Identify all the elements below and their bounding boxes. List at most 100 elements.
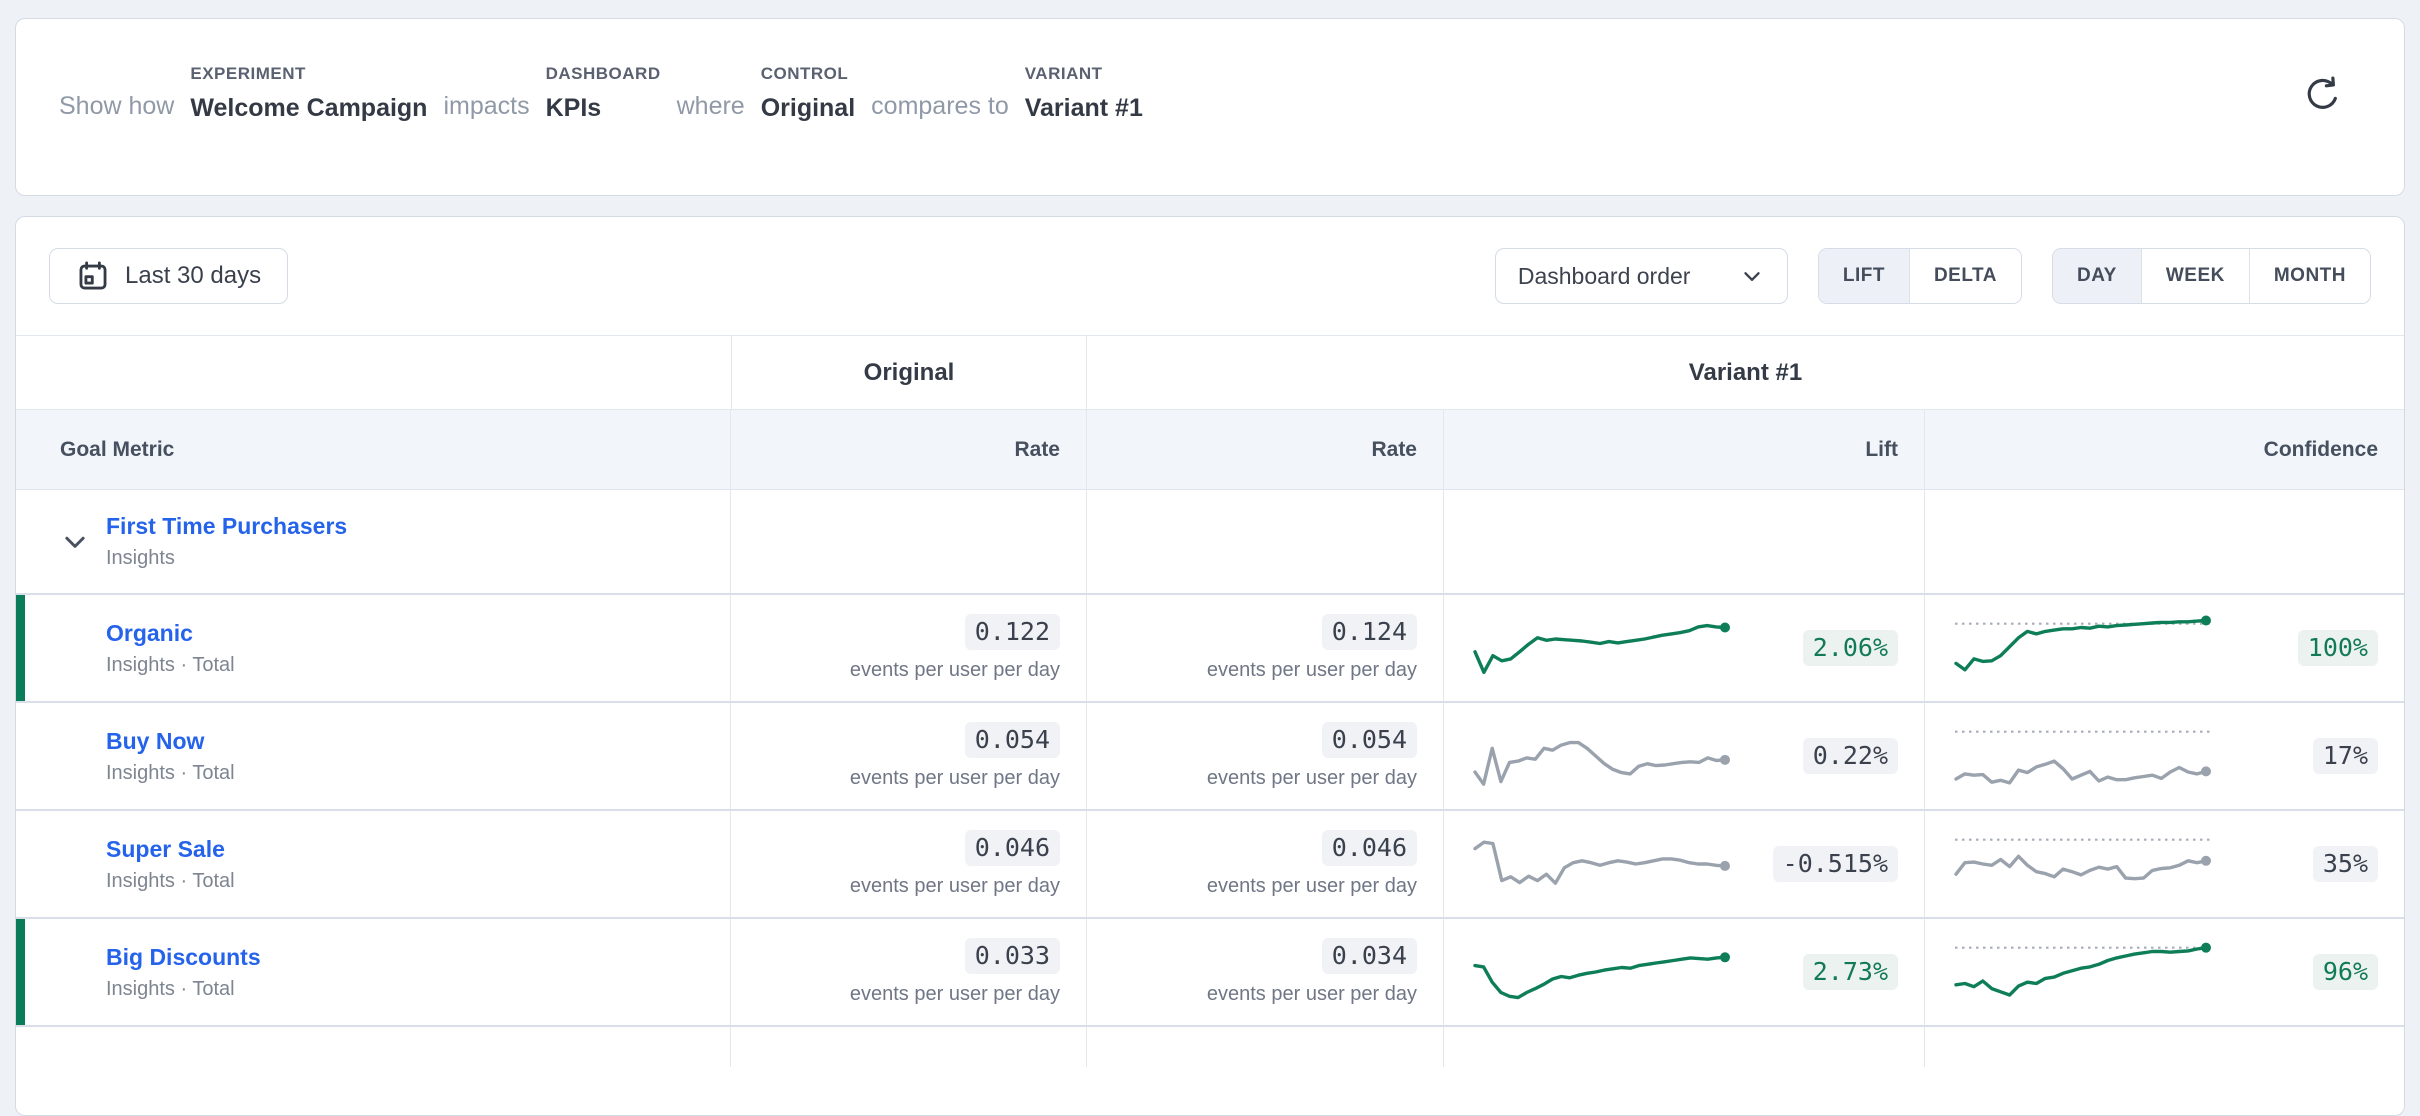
column-header-goal-metric: Goal Metric — [16, 410, 731, 489]
empty-cell — [1444, 1027, 1925, 1067]
control-rate-value: 0.033 — [965, 938, 1060, 975]
granularity-option-day[interactable]: DAY — [2053, 249, 2142, 303]
confidence-cell: 100% — [1925, 595, 2404, 701]
collapse-chevron-button[interactable] — [60, 527, 90, 557]
confidence-sparkline — [1953, 934, 2215, 1010]
goal-metric-group-row: First Time Purchasers Insights — [16, 490, 2404, 595]
granularity-toggle: DAYWEEKMONTH — [2052, 248, 2371, 304]
rate-unit: events per user per day — [850, 875, 1060, 898]
variant-group-header: Variant #1 — [1087, 336, 2404, 410]
empty-cell — [1925, 1027, 2404, 1067]
metric-name-link[interactable]: Big Discounts — [106, 944, 261, 971]
metric-row: Buy Now Insights · Total 0.054 events pe… — [16, 703, 2404, 811]
control-label: CONTROL — [761, 64, 855, 84]
metric-name-link[interactable]: Super Sale — [106, 836, 235, 863]
dashboard-selector[interactable]: DASHBOARD KPIs — [546, 64, 661, 123]
lift-sparkline — [1472, 934, 1740, 1010]
column-header-control-rate: Rate — [731, 410, 1087, 489]
variant-rate-cell: 0.054 events per user per day — [1087, 703, 1444, 809]
variant-rate-cell: 0.124 events per user per day — [1087, 595, 1444, 701]
date-range-button[interactable]: Last 30 days — [49, 248, 288, 304]
chevron-down-icon — [60, 527, 90, 557]
control-selector[interactable]: CONTROL Original — [761, 64, 855, 123]
date-range-label: Last 30 days — [125, 262, 261, 290]
column-header-row: Goal Metric Rate Rate Lift Confidence — [16, 410, 2404, 490]
confidence-value: 17% — [2313, 738, 2378, 775]
dashboard-label: DASHBOARD — [546, 64, 661, 84]
lift-delta-option-delta[interactable]: DELTA — [1910, 249, 2021, 303]
calendar-icon — [76, 259, 110, 293]
control-value: Original — [761, 94, 855, 123]
control-group-header: Original — [731, 336, 1087, 410]
lift-delta-option-lift[interactable]: LIFT — [1819, 249, 1910, 303]
empty-cell — [1444, 490, 1925, 593]
column-header-confidence: Confidence — [1925, 410, 2404, 489]
chevron-down-icon — [1739, 263, 1765, 289]
phrase-text: compares to — [871, 92, 1009, 123]
metric-name-link[interactable]: Buy Now — [106, 728, 235, 755]
experiment-report-card: Last 30 days Dashboard order LIFTDELTA D… — [15, 216, 2405, 1116]
column-header-lift: Lift — [1444, 410, 1925, 489]
lift-sparkline — [1472, 826, 1740, 902]
empty-cell — [1087, 490, 1444, 593]
metric-source: Insights · Total — [106, 870, 235, 893]
control-rate-value: 0.054 — [965, 722, 1060, 759]
control-rate-value: 0.122 — [965, 614, 1060, 651]
empty-cell — [1087, 1027, 1444, 1067]
goal-group-header — [16, 336, 731, 410]
variant-rate-cell: 0.034 events per user per day — [1087, 919, 1444, 1025]
refresh-icon — [2300, 73, 2344, 117]
empty-cell — [16, 1027, 731, 1067]
lift-value: 2.06% — [1803, 630, 1898, 667]
lift-sparkline — [1472, 610, 1740, 686]
control-rate-cell: 0.054 events per user per day — [731, 703, 1087, 809]
group-metric-source: Insights — [106, 547, 347, 570]
granularity-option-week[interactable]: WEEK — [2142, 249, 2250, 303]
lift-cell: 2.73% — [1444, 919, 1925, 1025]
rate-unit: events per user per day — [1207, 767, 1417, 790]
empty-cell — [731, 1027, 1087, 1067]
variant-rate-value: 0.034 — [1322, 938, 1417, 975]
lift-value: -0.515% — [1773, 846, 1898, 883]
control-rate-cell: 0.046 events per user per day — [731, 811, 1087, 917]
lift-cell: 2.06% — [1444, 595, 1925, 701]
phrase-text: Show how — [59, 92, 174, 123]
lift-value: 2.73% — [1803, 954, 1898, 991]
variant-rate-value: 0.124 — [1322, 614, 1417, 651]
dashboard-order-label: Dashboard order — [1518, 263, 1691, 290]
lift-sparkline — [1472, 718, 1740, 794]
metric-source: Insights · Total — [106, 978, 261, 1001]
rate-unit: events per user per day — [850, 659, 1060, 682]
rate-unit: events per user per day — [850, 767, 1060, 790]
phrase-text: impacts — [443, 92, 529, 123]
lift-cell: -0.515% — [1444, 811, 1925, 917]
granularity-option-month[interactable]: MONTH — [2250, 249, 2370, 303]
variant-rate-cell: 0.046 events per user per day — [1087, 811, 1444, 917]
experiment-selector[interactable]: EXPERIMENT Welcome Campaign — [190, 64, 427, 123]
variant-group-header-row: Original Variant #1 — [16, 336, 2404, 410]
lift-delta-toggle: LIFTDELTA — [1818, 248, 2022, 304]
group-metric-link[interactable]: First Time Purchasers — [106, 513, 347, 540]
rate-unit: events per user per day — [1207, 659, 1417, 682]
variant-selector[interactable]: VARIANT Variant #1 — [1025, 64, 1143, 123]
experiment-phrase: Show how EXPERIMENT Welcome Campaign imp… — [16, 19, 2404, 123]
variant-label: VARIANT — [1025, 64, 1143, 84]
empty-cell — [1925, 490, 2404, 593]
phrase-text: where — [677, 92, 745, 123]
lift-cell: 0.22% — [1444, 703, 1925, 809]
variant-rate-value: 0.054 — [1322, 722, 1417, 759]
next-row-partial — [16, 1027, 2404, 1067]
toolbar-right-group: Dashboard order LIFTDELTA DAYWEEKMONTH — [1495, 248, 2371, 304]
dashboard-order-dropdown[interactable]: Dashboard order — [1495, 248, 1788, 304]
confidence-value: 96% — [2313, 954, 2378, 991]
variant-rate-value: 0.046 — [1322, 830, 1417, 867]
metric-row: Organic Insights · Total 0.122 events pe… — [16, 595, 2404, 703]
report-toolbar: Last 30 days Dashboard order LIFTDELTA D… — [16, 217, 2404, 304]
control-rate-cell: 0.033 events per user per day — [731, 919, 1087, 1025]
control-rate-cell: 0.122 events per user per day — [731, 595, 1087, 701]
metric-name-link[interactable]: Organic — [106, 620, 235, 647]
lift-value: 0.22% — [1803, 738, 1898, 775]
refresh-button[interactable] — [2300, 71, 2348, 119]
empty-cell — [731, 490, 1087, 593]
metric-source: Insights · Total — [106, 654, 235, 677]
